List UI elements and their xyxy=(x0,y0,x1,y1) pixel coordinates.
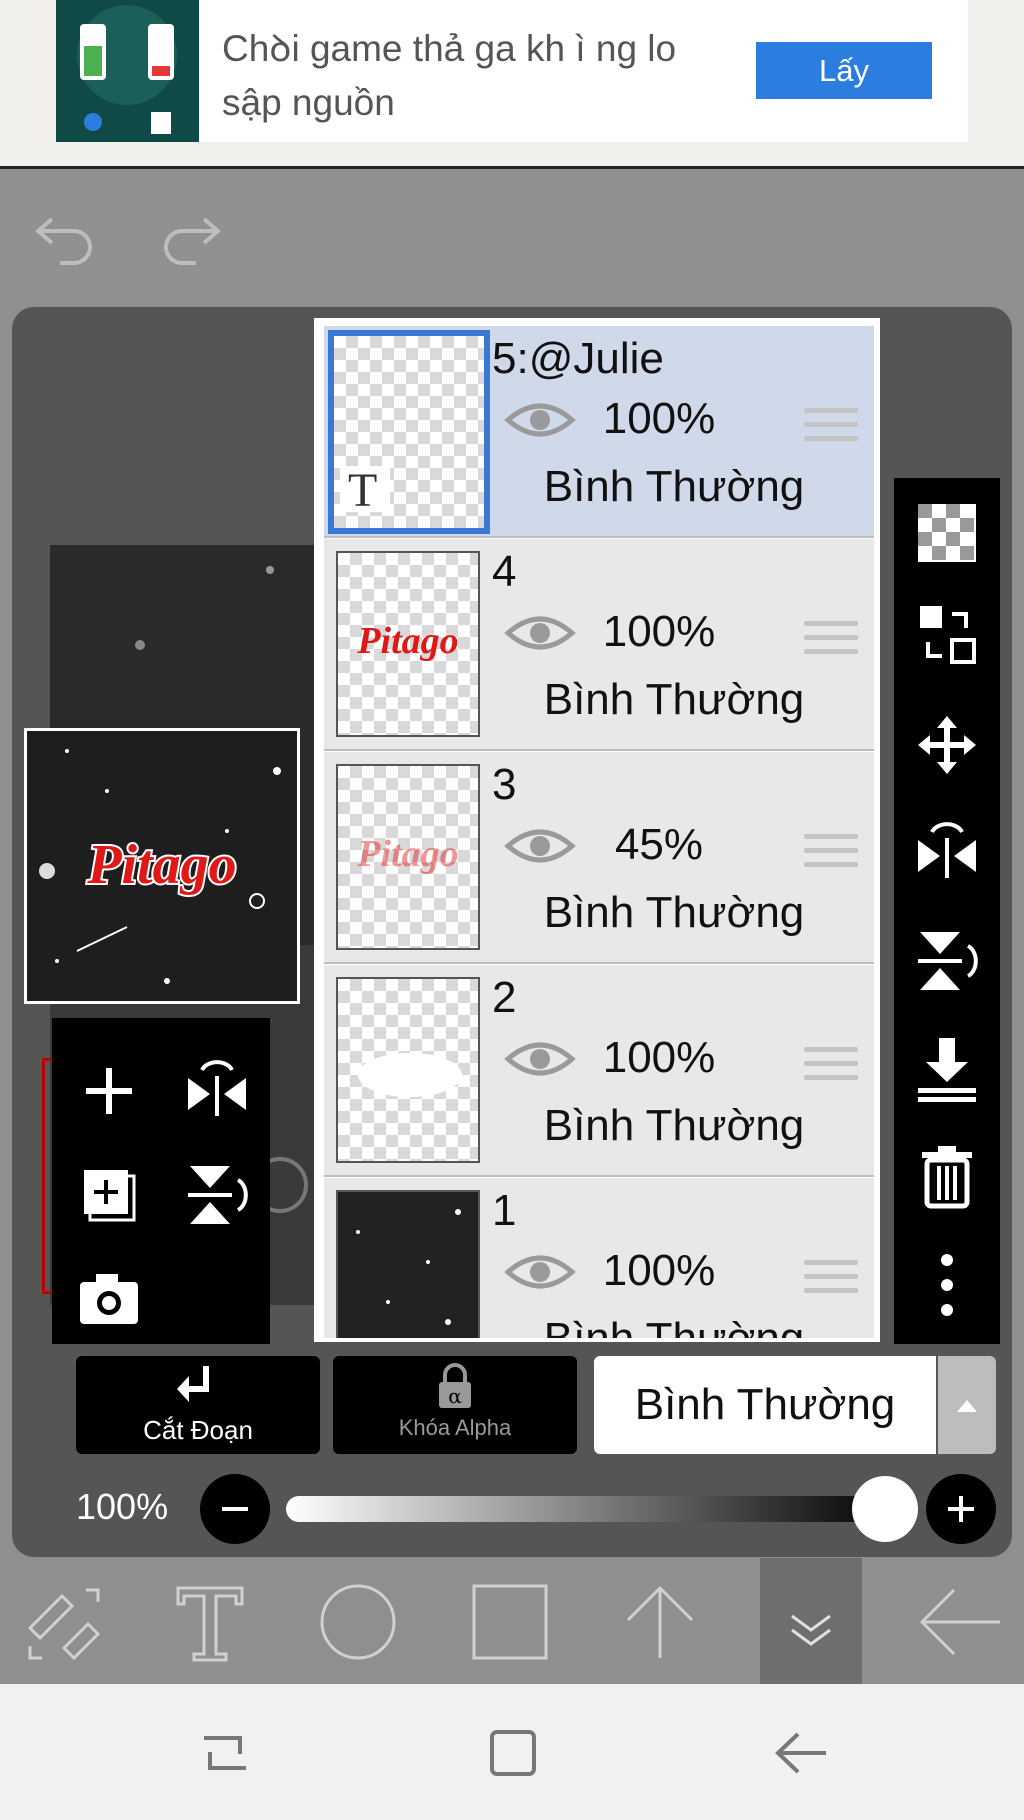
opacity-value: 100% xyxy=(76,1486,169,1527)
svg-text:T: T xyxy=(348,464,377,516)
system-navigation-bar xyxy=(0,1684,1024,1820)
svg-text:α: α xyxy=(448,1384,462,1408)
canvas-preview[interactable]: Pitago xyxy=(24,728,300,1004)
top-toolbar xyxy=(0,169,1024,299)
opacity-decrease-button[interactable] xyxy=(200,1474,270,1544)
move-icon[interactable] xyxy=(912,710,982,780)
ad-card[interactable]: Chꝺi game thả ga kh ì ng lo sập nguồn Lấ… xyxy=(56,0,968,142)
layer-thumbnail[interactable] xyxy=(336,977,480,1163)
clipping-label: Cắt Đoạn xyxy=(143,1415,253,1445)
recent-apps-icon[interactable] xyxy=(190,1718,260,1788)
layer-opacity[interactable]: 100% xyxy=(574,1033,744,1083)
layer-row[interactable]: 2 100% Bình Thường xyxy=(324,965,874,1177)
alpha-lock-label: Khóa Alpha xyxy=(398,1415,512,1440)
chevron-down-icon xyxy=(791,1614,831,1646)
layer-panel[interactable]: T 5:@Julie 100% Bình Thường Pitago 4 100% Bình … xyxy=(314,318,880,1342)
layer-name: 3 xyxy=(492,760,517,809)
ellipse-tool-icon[interactable] xyxy=(298,1558,418,1684)
layer-tools-strip xyxy=(894,478,1000,1344)
layer-thumbnail[interactable] xyxy=(336,1190,480,1338)
transform-tool-icon[interactable] xyxy=(4,1558,124,1684)
layer-name: 2 xyxy=(492,973,517,1022)
drag-handle-icon[interactable] xyxy=(804,621,858,661)
visibility-eye-icon[interactable] xyxy=(504,1035,576,1083)
ad-text[interactable]: Chꝺi game thả ga kh ì ng lo sập nguồn xyxy=(222,22,742,130)
svg-text:Pitago: Pitago xyxy=(356,833,458,875)
layer-name: 5:@Julie xyxy=(492,334,664,383)
layer-blend-mode[interactable]: Bình Thường xyxy=(504,1101,844,1151)
flip-horizontal-icon[interactable] xyxy=(912,818,982,888)
back-arrow-icon[interactable] xyxy=(900,1558,1020,1684)
flip-layer-vertical-icon[interactable] xyxy=(182,1160,252,1230)
layer-thumbnail[interactable]: Pitago xyxy=(336,551,480,737)
layer-opacity[interactable]: 100% xyxy=(574,607,744,657)
visibility-eye-icon[interactable] xyxy=(504,396,576,444)
drag-handle-icon[interactable] xyxy=(804,408,858,448)
transparent-fill-icon[interactable] xyxy=(912,498,982,568)
flip-layer-horizontal-icon[interactable] xyxy=(182,1056,252,1126)
merge-down-icon[interactable] xyxy=(912,1034,982,1104)
swap-layer-icon[interactable] xyxy=(912,600,982,670)
rectangle-tool-icon[interactable] xyxy=(450,1558,570,1684)
home-icon[interactable] xyxy=(478,1718,548,1788)
drag-handle-icon[interactable] xyxy=(804,1047,858,1087)
svg-text:Pitago: Pitago xyxy=(356,620,458,662)
ad-banner[interactable]: Chꝺi game thả ga kh ì ng lo sập nguồn Lấ… xyxy=(0,0,1024,169)
layer-name: 4 xyxy=(492,547,517,596)
lock-icon: α xyxy=(439,1363,471,1408)
layer-name: 1 xyxy=(492,1186,517,1235)
layer-opacity[interactable]: 100% xyxy=(574,394,744,444)
duplicate-layer-icon[interactable] xyxy=(74,1160,144,1230)
blend-mode-arrow-icon[interactable] xyxy=(938,1356,996,1454)
opacity-increase-button[interactable] xyxy=(926,1474,996,1544)
layer-thumbnail[interactable]: Pitago xyxy=(336,764,480,950)
layer-thumbnail[interactable]: T xyxy=(328,330,490,534)
back-icon[interactable] xyxy=(766,1718,836,1788)
visibility-eye-icon[interactable] xyxy=(504,822,576,870)
clipping-button[interactable]: Cắt Đoạn xyxy=(76,1356,320,1454)
blend-mode-select[interactable]: Bình Thường xyxy=(594,1356,936,1454)
arrow-up-icon[interactable] xyxy=(600,1558,720,1684)
more-options-icon[interactable] xyxy=(912,1250,982,1320)
add-layer-icon[interactable] xyxy=(74,1056,144,1126)
drag-handle-icon[interactable] xyxy=(804,834,858,874)
drag-handle-icon[interactable] xyxy=(804,1260,858,1300)
layer-actions-box xyxy=(52,1018,270,1344)
layer-row[interactable]: Pitago 3 45% Bình Thường xyxy=(324,752,874,964)
delete-icon[interactable] xyxy=(912,1142,982,1212)
preview-art-text: Pitago xyxy=(86,834,236,896)
flip-vertical-icon[interactable] xyxy=(912,926,982,996)
camera-icon[interactable] xyxy=(74,1264,144,1334)
opacity-slider-handle[interactable] xyxy=(852,1476,918,1542)
layer-blend-mode[interactable]: Bình Thường xyxy=(504,675,844,725)
visibility-eye-icon[interactable] xyxy=(504,609,576,657)
visibility-eye-icon[interactable] xyxy=(504,1248,576,1296)
layer-opacity[interactable]: 100% xyxy=(574,1246,744,1296)
layer-row[interactable]: 1 100% Bình Thường xyxy=(324,1178,874,1338)
alpha-lock-button[interactable]: α Khóa Alpha xyxy=(333,1356,577,1454)
clipping-arrow-icon xyxy=(177,1366,209,1402)
bottom-toolbar xyxy=(0,1558,1024,1684)
collapse-panel-button[interactable] xyxy=(760,1558,862,1684)
layer-row[interactable]: T 5:@Julie 100% Bình Thường xyxy=(324,326,874,538)
layer-blend-mode[interactable]: Bình Thường xyxy=(504,1314,844,1338)
layer-blend-mode[interactable]: Bình Thường xyxy=(504,462,844,512)
layer-opacity[interactable]: 45% xyxy=(574,820,744,870)
undo-icon[interactable] xyxy=(30,205,100,265)
text-tool-icon[interactable] xyxy=(150,1558,270,1684)
ad-app-icon xyxy=(56,0,199,142)
opacity-slider-track[interactable] xyxy=(286,1496,894,1522)
layer-row[interactable]: Pitago 4 100% Bình Thường xyxy=(324,539,874,751)
ad-get-button[interactable]: Lấy xyxy=(756,42,932,99)
redo-icon[interactable] xyxy=(156,205,226,265)
layer-blend-mode[interactable]: Bình Thường xyxy=(504,888,844,938)
